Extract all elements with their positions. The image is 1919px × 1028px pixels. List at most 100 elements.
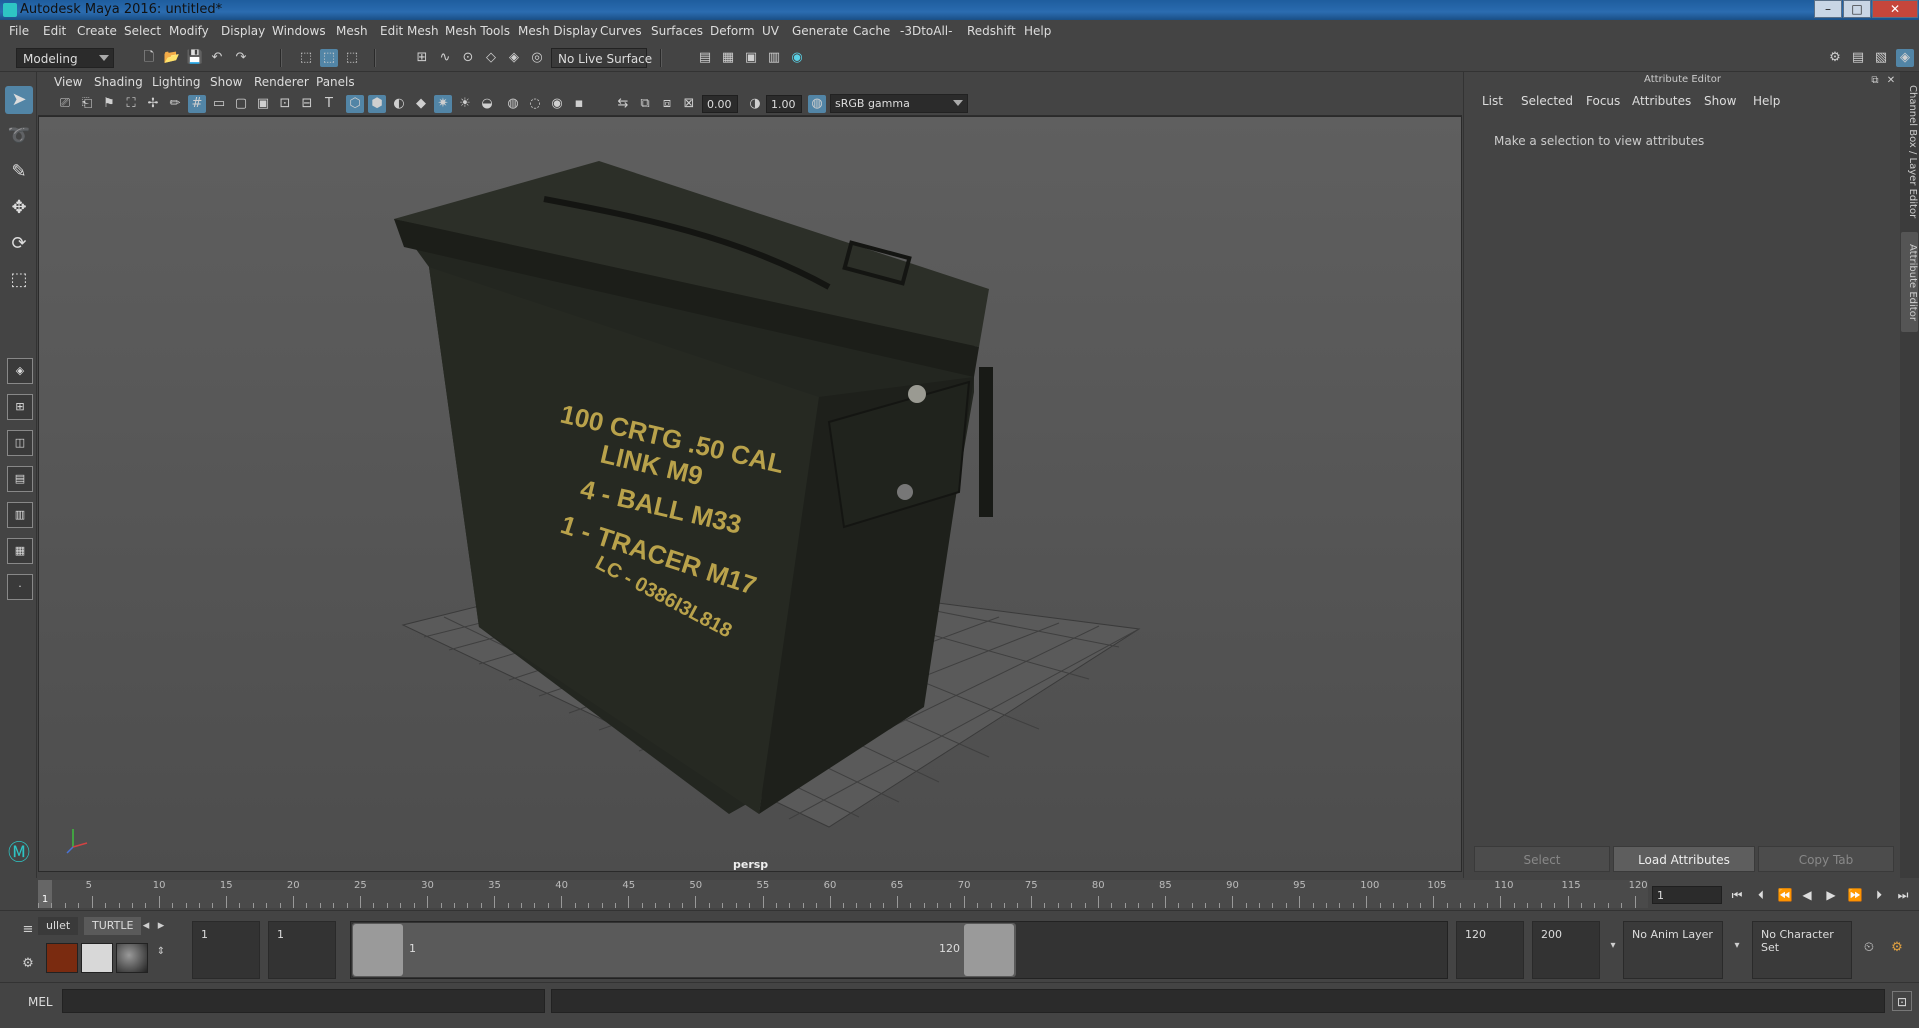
grease-pencil-icon[interactable]: ✏ <box>166 95 184 113</box>
menu-3dtoall[interactable]: -3DtoAll- <box>900 24 952 38</box>
select-button[interactable]: Select <box>1474 846 1610 872</box>
step-back-frame-icon[interactable]: ⏴ <box>1752 886 1770 904</box>
shadows-icon[interactable]: ☀ <box>456 95 474 113</box>
color-management-icon[interactable]: ◍ <box>808 95 826 113</box>
film-gate-icon[interactable]: ▭ <box>210 95 228 113</box>
attr-menu-list[interactable]: List <box>1482 94 1503 108</box>
menu-deform[interactable]: Deform <box>710 24 755 38</box>
snap-point-icon[interactable]: ⊙ <box>459 49 477 67</box>
undo-icon[interactable]: ↶ <box>208 49 226 67</box>
smooth-shade-icon[interactable]: ⬢ <box>368 95 386 113</box>
menu-redshift[interactable]: Redshift <box>967 24 1016 38</box>
panel-menu-renderer[interactable]: Renderer <box>254 75 309 89</box>
shelf-settings-icon[interactable]: ⚙ <box>19 955 37 973</box>
four-view-layout-icon[interactable]: ⊞ <box>7 394 33 420</box>
gamma-icon[interactable]: ◑ <box>746 95 764 113</box>
time-slider[interactable]: 1 5 10 15 20 25 30 35 40 45 50 55 60 65 70 75 80 85 90 95 1… <box>0 878 1919 910</box>
anim-layer-arrow-icon[interactable]: ▾ <box>1728 937 1746 955</box>
select-hierarchy-icon[interactable]: ⬚ <box>297 49 315 67</box>
camera-select-icon[interactable]: ⎚ <box>56 95 74 113</box>
turtle-render-icon[interactable] <box>46 943 78 973</box>
wireframe-on-shaded-icon[interactable]: ◐ <box>390 95 408 113</box>
hypershade-layout-icon[interactable]: ▦ <box>7 538 33 564</box>
character-set-field[interactable]: No Character Set <box>1752 921 1852 979</box>
channel-box-toggle-icon[interactable]: ◈ <box>1896 49 1914 67</box>
exposure-field[interactable]: 0.00 <box>702 95 738 113</box>
go-to-start-icon[interactable]: ⏮ <box>1728 886 1746 904</box>
animation-start-field[interactable]: 1 <box>192 921 260 979</box>
menu-mesh-display[interactable]: Mesh Display <box>518 24 598 38</box>
menu-windows[interactable]: Windows <box>272 24 326 38</box>
menu-uv[interactable]: UV <box>762 24 779 38</box>
menu-modify[interactable]: Modify <box>169 24 209 38</box>
time-ruler[interactable]: 1 5 10 15 20 25 30 35 40 45 50 55 60 65 70 75 80 85 90 95 1… <box>38 880 1648 908</box>
render-settings-icon[interactable]: ▤ <box>696 49 714 67</box>
step-forward-frame-icon[interactable]: ⏵ <box>1870 886 1888 904</box>
ipr-render-icon[interactable]: ▥ <box>765 49 783 67</box>
grid-toggle-icon[interactable]: # <box>188 95 206 113</box>
panel-menu-lighting[interactable]: Lighting <box>152 75 201 89</box>
live-surface-field[interactable]: No Live Surface <box>551 48 652 68</box>
render-view-icon[interactable]: ▦ <box>719 49 737 67</box>
snap-grid-icon[interactable]: ⊞ <box>413 49 431 67</box>
mel-label[interactable]: MEL <box>28 995 53 1009</box>
step-back-key-icon[interactable]: ⏪ <box>1776 886 1794 904</box>
shelf-tab-bullet[interactable]: ullet <box>38 917 79 935</box>
playback-start-field[interactable]: 1 <box>268 921 336 979</box>
hud-icon[interactable]: ⊠ <box>680 95 698 113</box>
render-frame-icon[interactable]: ▣ <box>742 49 760 67</box>
select-component-icon[interactable]: ⬚ <box>343 49 361 67</box>
minimize-button[interactable]: – <box>1814 0 1842 18</box>
menu-surfaces[interactable]: Surfaces <box>651 24 703 38</box>
menu-help[interactable]: Help <box>1024 24 1051 38</box>
xray-joints-icon[interactable]: ◉ <box>548 95 566 113</box>
attr-menu-show[interactable]: Show <box>1704 94 1736 108</box>
float-panel-icon[interactable]: ⧉ <box>1868 72 1882 86</box>
isolate-select-icon[interactable]: ◍ <box>504 95 522 113</box>
animation-end-field[interactable]: 200 <box>1532 921 1600 979</box>
camera-attributes-icon[interactable]: ⎗ <box>78 95 96 113</box>
depth-of-field-icon[interactable]: ⧉ <box>636 95 654 113</box>
rotate-tool-icon[interactable]: ⟳ <box>5 230 33 258</box>
shelf-scroll-icon[interactable]: ⇕ <box>152 943 170 973</box>
screen-space-icon[interactable]: ⧈ <box>658 95 676 113</box>
menu-edit-mesh[interactable]: Edit Mesh <box>380 24 439 38</box>
copy-tab-button[interactable]: Copy Tab <box>1758 846 1894 872</box>
ambient-occlusion-icon[interactable]: ◒ <box>478 95 496 113</box>
select-object-icon[interactable]: ⬚ <box>320 49 338 67</box>
go-to-end-icon[interactable]: ⏭ <box>1894 886 1912 904</box>
menu-mesh[interactable]: Mesh <box>336 24 368 38</box>
single-perspective-layout-icon[interactable]: ◈ <box>7 358 33 384</box>
close-button[interactable]: ✕ <box>1872 0 1918 18</box>
anim-layer-field[interactable]: No Anim Layer <box>1623 921 1723 979</box>
play-forward-icon[interactable]: ▶ <box>1822 886 1840 904</box>
gamma-field[interactable]: 1.00 <box>766 95 802 113</box>
redo-icon[interactable]: ↷ <box>232 49 250 67</box>
panel-menu-panels[interactable]: Panels <box>316 75 355 89</box>
more-layouts-icon[interactable]: · <box>7 574 33 600</box>
menu-cache[interactable]: Cache <box>853 24 890 38</box>
image-plane-icon[interactable]: ⛶ <box>122 95 140 113</box>
snap-curve-icon[interactable]: ∿ <box>436 49 454 67</box>
playback-end-field[interactable]: 120 <box>1456 921 1524 979</box>
menu-display[interactable]: Display <box>221 24 265 38</box>
hypershade-icon[interactable]: ◉ <box>788 49 806 67</box>
wireframe-icon[interactable]: ⬡ <box>346 95 364 113</box>
use-all-lights-icon[interactable]: ✷ <box>434 95 452 113</box>
panel-menu-show[interactable]: Show <box>210 75 242 89</box>
snap-surface-icon[interactable]: ◈ <box>505 49 523 67</box>
safe-action-icon[interactable]: ⊟ <box>298 95 316 113</box>
menu-mesh-tools[interactable]: Mesh Tools <box>445 24 510 38</box>
mel-command-input[interactable] <box>62 989 545 1013</box>
playback-range-track[interactable]: 1 120 <box>350 921 1448 979</box>
snap-view-plane-icon[interactable]: ◇ <box>482 49 500 67</box>
menu-generate[interactable]: Generate <box>792 24 848 38</box>
menu-edit[interactable]: Edit <box>43 24 66 38</box>
maximize-button[interactable]: □ <box>1843 0 1871 18</box>
paint-select-tool-icon[interactable]: ✎ <box>5 158 33 186</box>
xray-icon[interactable]: ◌ <box>526 95 544 113</box>
field-chart-icon[interactable]: ⊡ <box>276 95 294 113</box>
motion-blur-icon[interactable]: ▪ <box>570 95 588 113</box>
make-live-icon[interactable]: ◎ <box>528 49 546 67</box>
multisample-icon[interactable]: ⇆ <box>614 95 632 113</box>
